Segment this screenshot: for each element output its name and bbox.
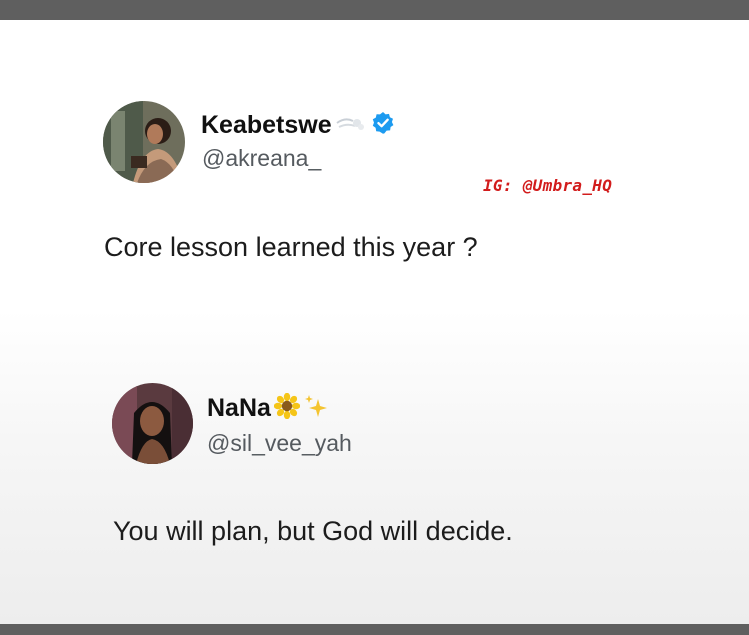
name-row-keabetswe: Keabetswe [201,110,395,140]
sparkles-emoji-icon [303,393,329,424]
avatar-nana[interactable] [112,383,193,464]
avatar-keabetswe[interactable] [103,101,185,183]
handle[interactable]: @sil_vee_yah [207,430,352,457]
dash-emoji-icon [335,113,365,138]
name-row-nana: NaNa [207,392,329,424]
top-frame-bar [0,0,749,20]
bottom-frame-bar [0,624,749,635]
handle[interactable]: @akreana_ [202,145,321,172]
verified-badge-icon [371,111,395,140]
tweet-text: You will plan, but God will decide. [113,516,513,546]
display-name[interactable]: NaNa [207,394,271,423]
sunflower-emoji-icon [273,392,301,424]
watermark: IG: @Umbra_HQ [483,176,613,195]
display-name[interactable]: Keabetswe [201,111,332,140]
tweet-text: Core lesson learned this year ? [104,232,478,262]
